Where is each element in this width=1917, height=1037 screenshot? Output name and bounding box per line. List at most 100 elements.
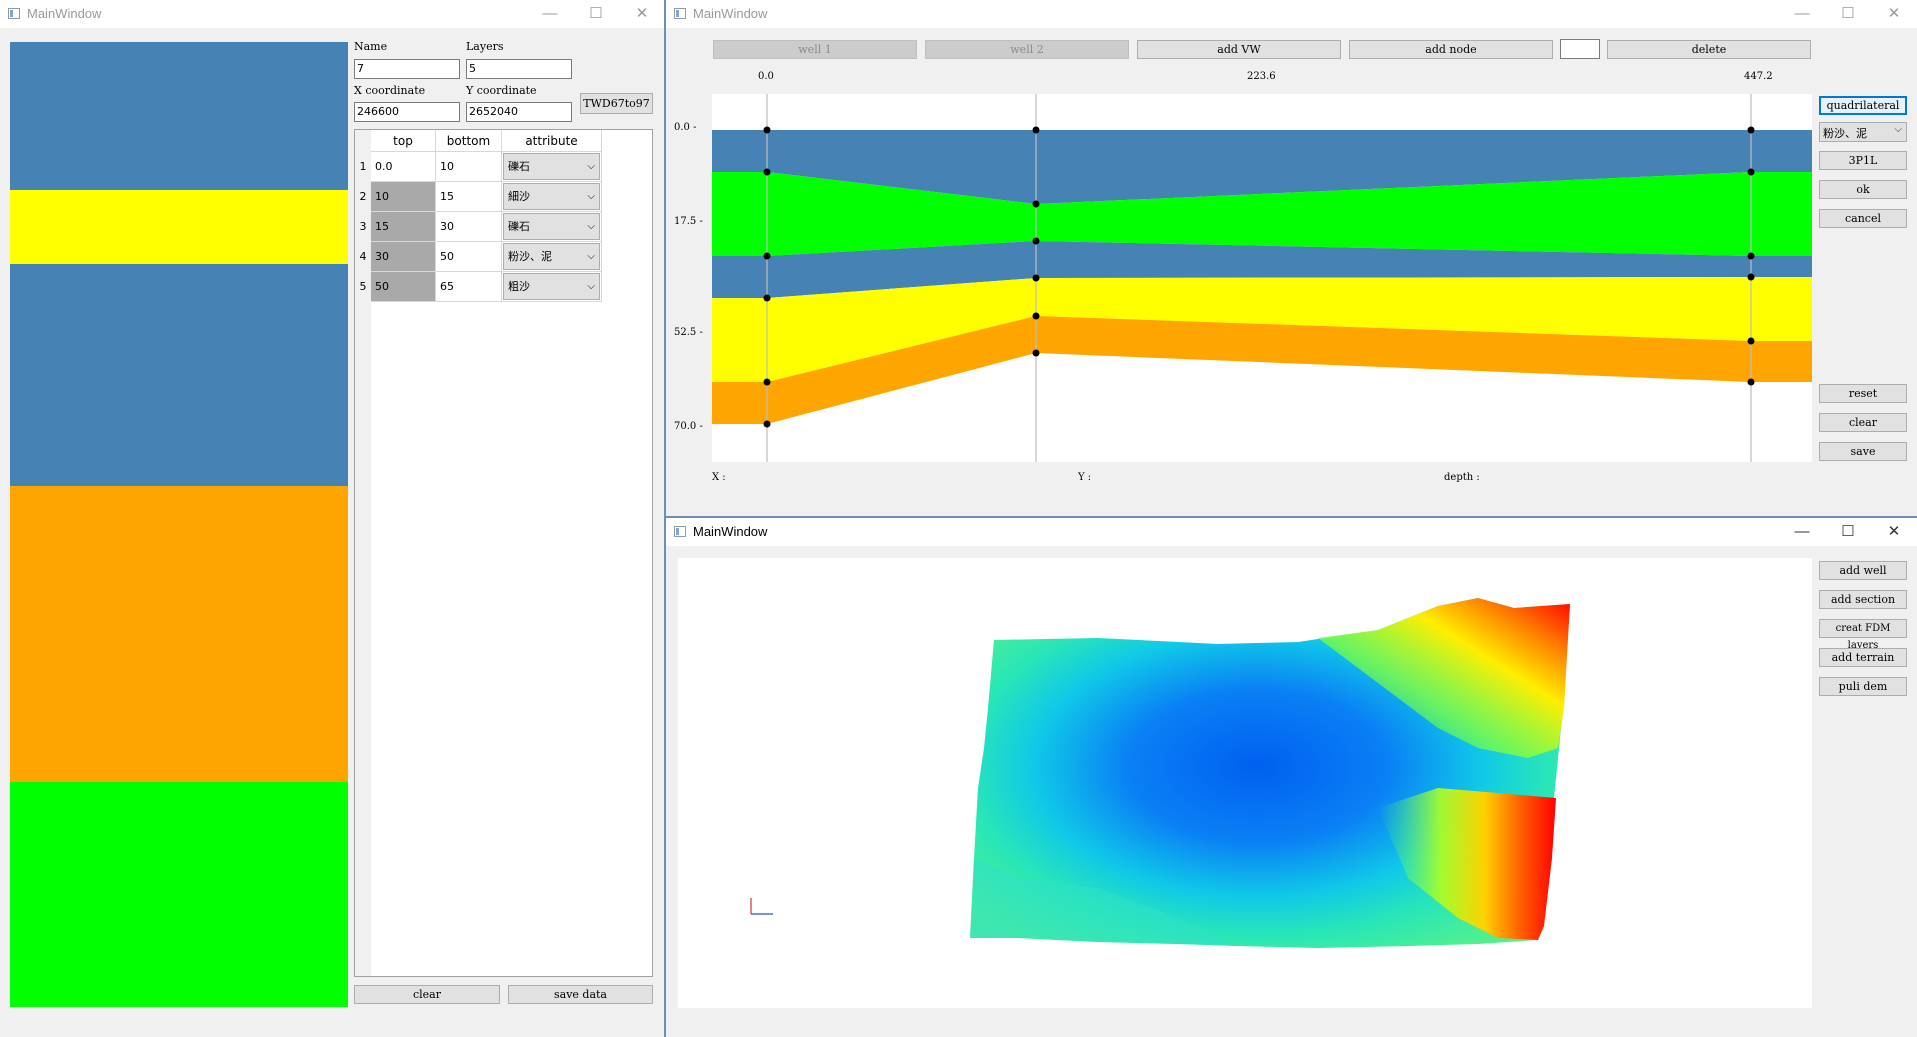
cell-bottom[interactable]: 30	[436, 212, 502, 242]
maximize-icon[interactable]: ☐	[1826, 3, 1870, 25]
layers-label: Layers	[466, 40, 504, 53]
section-node	[763, 168, 771, 176]
close-icon[interactable]: ✕	[1872, 521, 1916, 543]
row-number[interactable]: 2	[355, 182, 371, 212]
terrain-svg	[750, 598, 1570, 948]
minimize-icon[interactable]: —	[528, 3, 572, 25]
twd67to97-button[interactable]: TWD67to97	[580, 93, 653, 114]
maximize-icon[interactable]: ☐	[574, 3, 618, 25]
app-icon	[8, 8, 20, 19]
creat-fdm-layers-button[interactable]: creat FDM layers	[1819, 619, 1907, 651]
header-bottom[interactable]: bottom	[436, 130, 502, 152]
cell-bottom[interactable]: 10	[436, 152, 502, 182]
y-coordinate-field[interactable]: 2652040	[466, 102, 572, 122]
3p1l-button[interactable]: 3P1L	[1819, 151, 1907, 170]
cancel-button[interactable]: cancel	[1819, 209, 1907, 228]
x-readout: X :	[712, 472, 726, 483]
close-icon[interactable]: ✕	[1872, 3, 1916, 25]
axes-indicator	[750, 898, 773, 915]
cell-attribute-select[interactable]: 粉沙、泥 ⌵	[502, 242, 602, 272]
node-input[interactable]	[1560, 39, 1600, 59]
section-node	[1032, 237, 1040, 245]
app-icon	[674, 8, 686, 19]
section-node	[763, 252, 771, 260]
add-terrain-button[interactable]: add terrain	[1819, 648, 1907, 667]
y-tick-label: 52.5 -	[674, 327, 703, 338]
save-button[interactable]: save	[1819, 442, 1907, 461]
window-title: MainWindow	[27, 6, 102, 21]
cell-attribute-select[interactable]: 細沙 ⌵	[502, 182, 602, 212]
section-node	[1032, 274, 1040, 282]
attribute-combo[interactable]: 粉沙、泥 ⌵	[503, 243, 600, 270]
add-vw-button[interactable]: add VW	[1137, 40, 1341, 59]
cell-top[interactable]: 30	[371, 242, 436, 272]
layers-field[interactable]: 5	[466, 59, 572, 79]
cell-top[interactable]: 10	[371, 182, 436, 212]
cell-attribute-select[interactable]: 粗沙 ⌵	[502, 272, 602, 302]
x-coordinate-label: X coordinate	[354, 84, 426, 97]
section-node	[1032, 126, 1040, 134]
attribute-select[interactable]: 粉沙、泥 ⌵	[1819, 122, 1907, 142]
section-node	[1032, 312, 1040, 320]
quadrilateral-button[interactable]: quadrilateral	[1819, 96, 1907, 115]
cell-bottom[interactable]: 65	[436, 272, 502, 302]
minimize-icon[interactable]: —	[1780, 521, 1824, 543]
header-attribute[interactable]: attribute	[502, 130, 602, 152]
cell-attribute-select[interactable]: 礫石 ⌵	[502, 152, 602, 182]
title-bar: MainWindow — ☐ ✕	[666, 0, 1917, 28]
minimize-icon[interactable]: —	[1780, 3, 1824, 25]
row-number[interactable]: 3	[355, 212, 371, 242]
puli-dem-button[interactable]: puli dem	[1819, 677, 1907, 696]
cell-bottom[interactable]: 50	[436, 242, 502, 272]
column-layer-3	[10, 264, 348, 486]
y-tick-label: 17.5 -	[674, 216, 703, 227]
section-node	[763, 126, 771, 134]
row-number[interactable]: 4	[355, 242, 371, 272]
terrain-3d-view[interactable]	[678, 558, 1812, 1008]
attribute-combo[interactable]: 細沙 ⌵	[503, 183, 600, 210]
reset-button[interactable]: reset	[1819, 384, 1907, 403]
attribute-value: 粉沙、泥	[508, 250, 552, 263]
column-layer-5	[10, 782, 348, 1007]
cell-top[interactable]: 15	[371, 212, 436, 242]
attribute-combo[interactable]: 礫石 ⌵	[503, 153, 600, 180]
attribute-combo[interactable]: 礫石 ⌵	[503, 213, 600, 240]
cell-top[interactable]: 50	[371, 272, 436, 302]
header-top[interactable]: top	[371, 130, 436, 152]
cell-top[interactable]: 0.0	[371, 152, 436, 182]
cell-attribute-select[interactable]: 礫石 ⌵	[502, 212, 602, 242]
clear-button[interactable]: clear	[354, 985, 500, 1004]
title-bar: MainWindow — ☐ ✕	[666, 518, 1917, 546]
add-well-button[interactable]: add well	[1819, 561, 1907, 580]
row-number[interactable]: 1	[355, 152, 371, 182]
save-data-button[interactable]: save data	[508, 985, 653, 1004]
well-editor-window: MainWindow — ☐ ✕ Name Layers 7 5 X coord…	[0, 0, 664, 1037]
app-icon	[674, 526, 686, 537]
y-tick-label: 70.0 -	[674, 421, 703, 432]
maximize-icon[interactable]: ☐	[1826, 521, 1870, 543]
x-coordinate-field[interactable]: 246600	[354, 102, 460, 122]
stratigraphic-column	[10, 42, 348, 1007]
row-number[interactable]: 5	[355, 272, 371, 302]
section-window: MainWindow — ☐ ✕ well 1 well 2 add VW ad…	[666, 0, 1917, 516]
section-node	[1747, 126, 1755, 134]
cell-bottom[interactable]: 15	[436, 182, 502, 212]
section-node	[1747, 378, 1755, 386]
well-2-button[interactable]: well 2	[925, 40, 1129, 59]
add-section-button[interactable]: add section	[1819, 590, 1907, 609]
name-field[interactable]: 7	[354, 59, 460, 79]
attribute-combo[interactable]: 粗沙 ⌵	[503, 273, 600, 300]
close-icon[interactable]: ✕	[620, 3, 664, 25]
clear-button[interactable]: clear	[1819, 413, 1907, 432]
cross-section-plot[interactable]	[712, 94, 1812, 462]
chevron-down-icon: ⌵	[587, 161, 595, 172]
name-label: Name	[354, 40, 388, 53]
ok-button[interactable]: ok	[1819, 180, 1907, 199]
x-tick-label: 447.2	[1744, 71, 1773, 82]
add-node-button[interactable]: add node	[1349, 40, 1553, 59]
attribute-value: 細沙	[508, 190, 530, 203]
section-node	[1747, 168, 1755, 176]
well-1-button[interactable]: well 1	[713, 40, 917, 59]
attribute-select-value: 粉沙、泥	[1823, 127, 1867, 140]
delete-button[interactable]: delete	[1607, 40, 1811, 59]
